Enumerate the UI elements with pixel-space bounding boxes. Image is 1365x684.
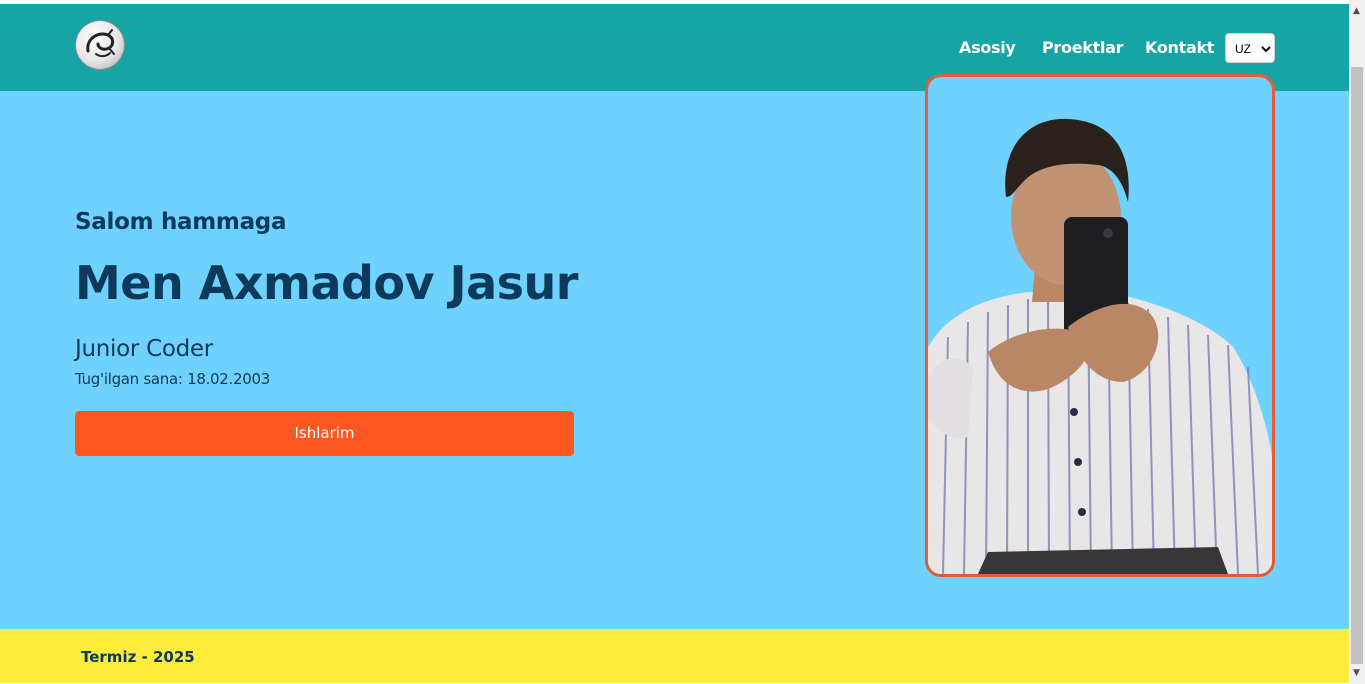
vertical-scrollbar[interactable]: ▲ ▼	[1349, 0, 1365, 684]
language-select-value: UZ	[1235, 42, 1251, 56]
scroll-up-arrow-icon[interactable]: ▲	[1353, 6, 1360, 16]
footer: Termiz - 2025	[0, 629, 1349, 683]
page: Asosiy Proektlar Kontakt UZ Salom hammag…	[0, 4, 1349, 683]
nav-link-projects[interactable]: Proektlar	[1042, 38, 1124, 57]
scroll-down-arrow-icon[interactable]: ▼	[1353, 668, 1360, 678]
hero-greeting: Salom hammaga	[75, 209, 287, 235]
nav-link-contact[interactable]: Kontakt	[1145, 38, 1214, 57]
profile-photo	[925, 74, 1275, 577]
hero-role: Junior Coder	[75, 336, 213, 362]
language-select[interactable]: UZ	[1225, 33, 1275, 63]
hero-name: Men Axmadov Jasur	[75, 256, 578, 310]
hero-birth-date: Tug'ilgan sana: 18.02.2003	[75, 370, 270, 388]
chevron-down-icon	[1261, 43, 1271, 57]
dragon-logo-icon[interactable]	[76, 21, 124, 69]
scrollbar-thumb[interactable]	[1351, 67, 1363, 664]
nav-link-home[interactable]: Asosiy	[959, 38, 1016, 57]
footer-text: Termiz - 2025	[81, 648, 195, 666]
works-button[interactable]: Ishlarim	[75, 411, 574, 456]
